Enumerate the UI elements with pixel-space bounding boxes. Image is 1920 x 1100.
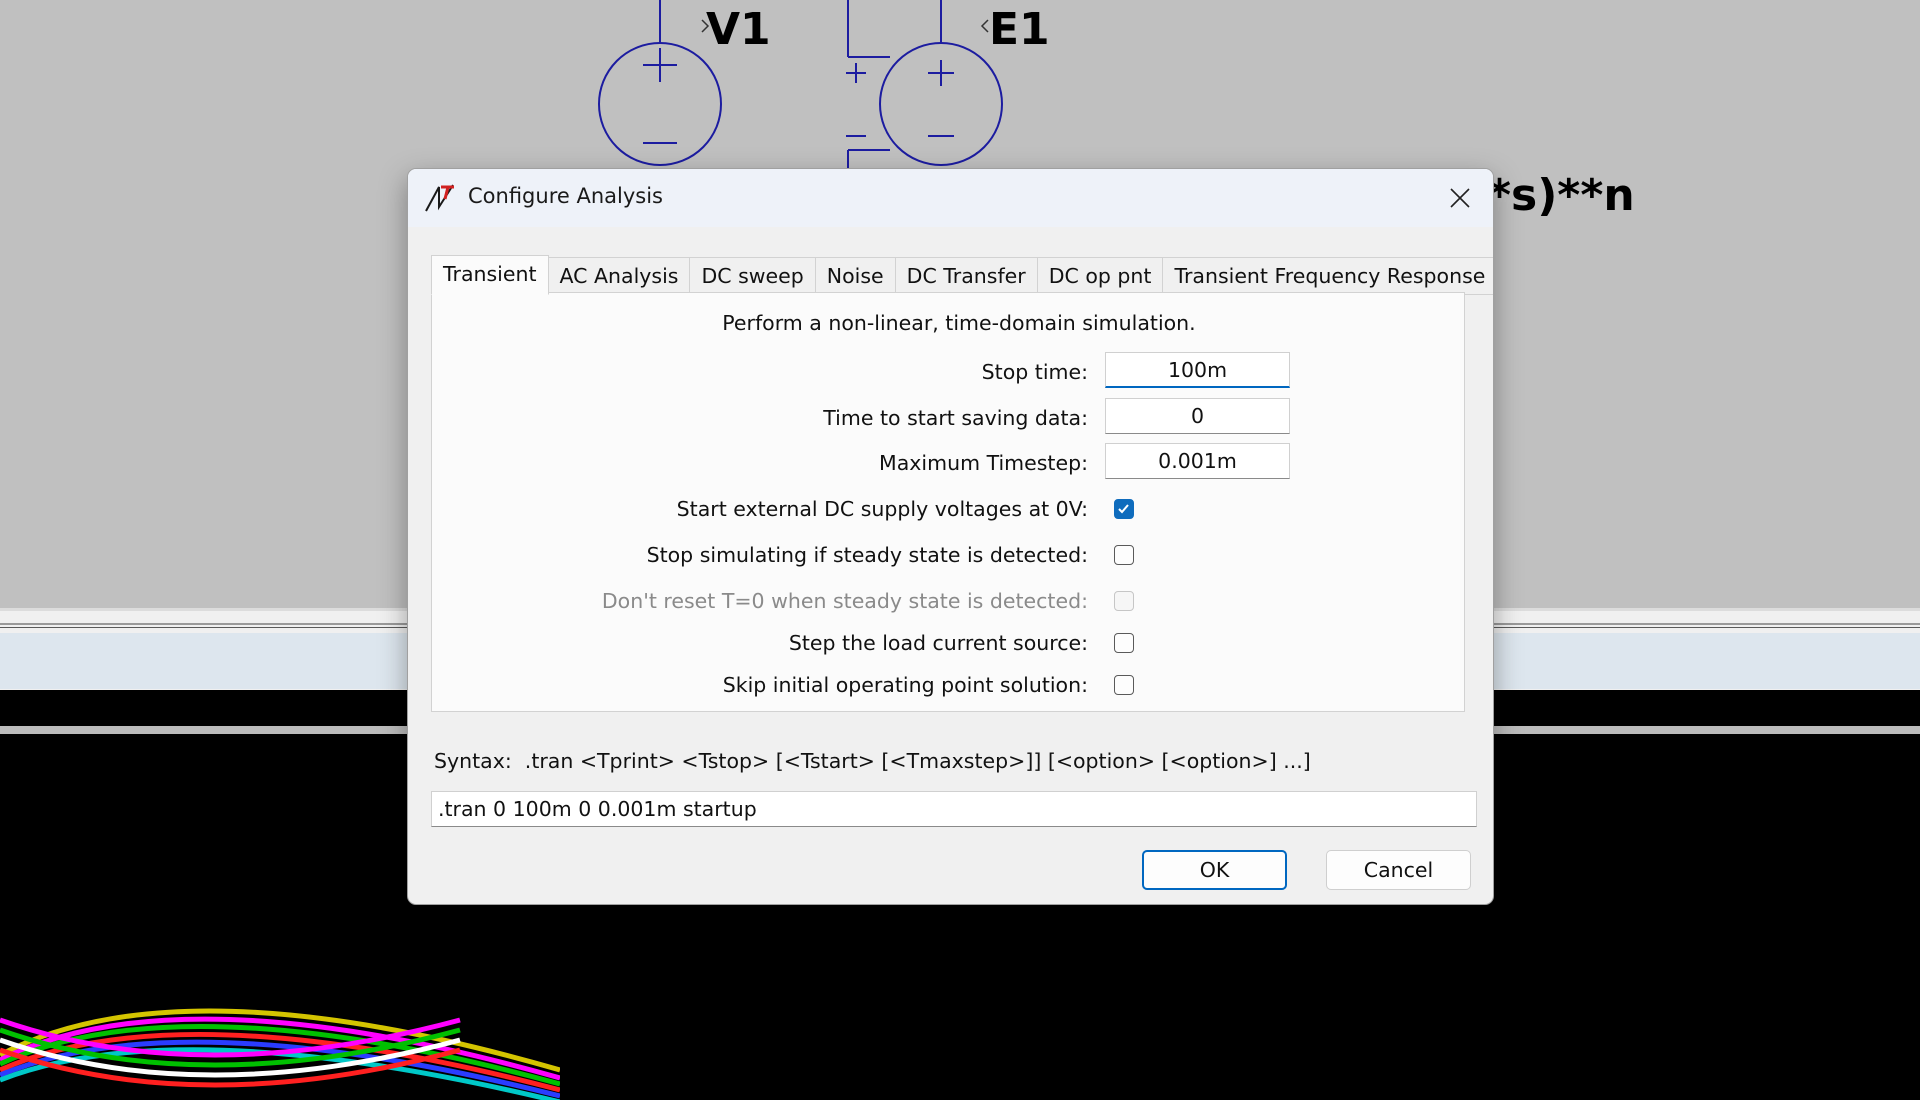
ok-button[interactable]: OK [1142,850,1287,890]
stop-time-label: Stop time: [981,360,1088,384]
waveform-traces [0,1008,560,1100]
dialog-title: Configure Analysis [468,184,663,208]
tab-dc-op-pnt[interactable]: DC op pnt [1037,257,1164,295]
tab-dc-sweep[interactable]: DC sweep [690,257,816,295]
dc-supply-zero-checkbox[interactable] [1114,499,1134,519]
tab-ac-analysis[interactable]: AC Analysis [548,257,691,295]
no-reset-t0-checkbox [1114,591,1134,611]
tab-noise[interactable]: Noise [815,257,896,295]
checkmark-icon [1118,504,1129,514]
option-label: Stop simulating if steady state is detec… [646,543,1088,567]
option-label: Step the load current source: [788,631,1088,655]
option-label: Skip initial operating point solution: [722,673,1088,697]
configure-analysis-dialog: Configure Analysis Transient AC Analysis… [407,168,1494,905]
steady-state-stop-checkbox[interactable] [1114,545,1134,565]
start-saving-label: Time to start saving data: [823,406,1088,430]
expression-text[interactable]: *s)**n [1488,170,1635,221]
max-timestep-label: Maximum Timestep: [879,451,1088,475]
transient-tab-panel: Perform a non-linear, time-domain simula… [431,292,1465,712]
ltspice-app-icon [425,184,454,212]
analysis-tabs: Transient AC Analysis DC sweep Noise DC … [431,255,1493,295]
syntax-hint: Syntax: .tran <Tprint> <Tstop> [<Tstart>… [434,749,1311,773]
v1-label[interactable]: V1 [706,4,771,55]
cancel-button[interactable]: Cancel [1326,850,1471,890]
stop-time-input[interactable] [1105,352,1290,388]
spice-command-field[interactable] [431,791,1477,827]
max-timestep-input[interactable] [1105,443,1290,479]
start-saving-input[interactable] [1105,398,1290,434]
tab-transient-frequency-response[interactable]: Transient Frequency Response [1163,257,1493,295]
e1-label[interactable]: E1 [989,4,1050,55]
tab-transient[interactable]: Transient [431,255,549,295]
close-icon [1450,188,1470,208]
analysis-description: Perform a non-linear, time-domain simula… [722,311,1196,335]
title-bar[interactable]: Configure Analysis [408,169,1493,227]
skip-op-point-checkbox[interactable] [1114,675,1134,695]
option-label: Don't reset T=0 when steady state is det… [601,589,1088,613]
tab-dc-transfer[interactable]: DC Transfer [895,257,1038,295]
close-button[interactable] [1437,175,1483,221]
option-label: Start external DC supply voltages at 0V: [676,497,1088,521]
step-load-current-checkbox[interactable] [1114,633,1134,653]
